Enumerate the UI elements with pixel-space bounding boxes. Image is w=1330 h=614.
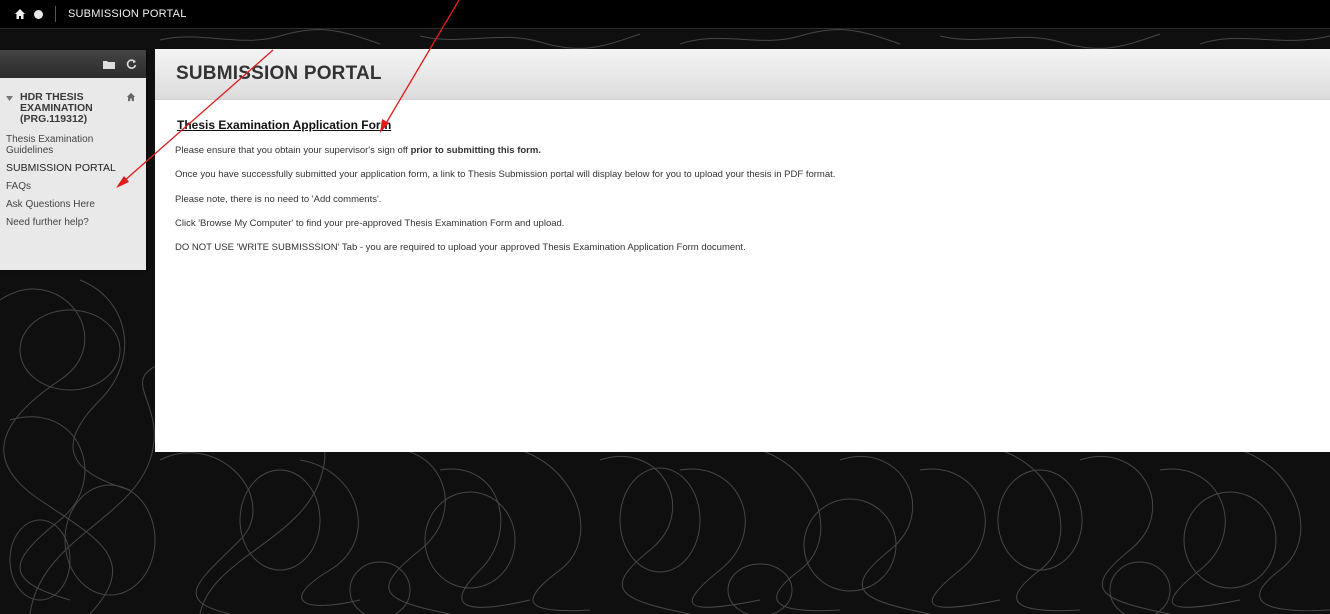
folder-icon[interactable] <box>102 57 116 71</box>
menu-item-label: Ask Questions Here <box>6 199 95 210</box>
breadcrumb[interactable]: SUBMISSION PORTAL <box>68 8 187 20</box>
triangle-down-icon[interactable] <box>6 94 13 105</box>
instruction-text: Please ensure that you obtain your super… <box>175 145 541 156</box>
course-home-icon[interactable] <box>126 92 136 105</box>
menu-item-label: Thesis Examination <box>6 134 94 145</box>
menu-item-label: Need further help? <box>6 217 89 228</box>
top-bar: SUBMISSION PORTAL <box>0 0 1330 29</box>
menu-item-guidelines[interactable]: Thesis Examination Guidelines <box>0 131 146 160</box>
instruction-text: DO NOT USE 'WRITE SUBMISSSION' Tab - you… <box>175 242 746 253</box>
menu-item-faqs[interactable]: FAQs <box>0 178 146 196</box>
menu-item-further-help[interactable]: Need further help? <box>0 214 146 232</box>
instruction-text: Click 'Browse My Computer' to find your … <box>175 218 565 229</box>
menu-item-ask-questions[interactable]: Ask Questions Here <box>0 196 146 214</box>
instruction-text: Once you have successfully submitted you… <box>175 169 836 180</box>
refresh-icon[interactable] <box>124 57 138 71</box>
content-panel: SUBMISSION PORTAL Thesis Examination App… <box>155 49 1330 452</box>
menu-item-label: Guidelines <box>6 145 54 156</box>
course-menu: HDR THESIS EXAMINATION (PRG.119312) Thes… <box>0 50 146 270</box>
instruction-text: Please note, there is no need to 'Add co… <box>175 194 382 205</box>
menu-item-label: FAQs <box>6 181 32 192</box>
menu-item-label: SUBMISSION PORTAL <box>6 162 116 174</box>
course-menu-toolbar <box>0 50 146 78</box>
divider <box>55 6 56 22</box>
course-title-line: (PRG.119312) <box>20 113 88 125</box>
course-title[interactable]: HDR THESIS EXAMINATION (PRG.119312) <box>0 78 136 131</box>
page-title: SUBMISSION PORTAL <box>176 63 382 84</box>
page-header: SUBMISSION PORTAL <box>155 49 1330 100</box>
menu-item-submission-portal[interactable]: SUBMISSION PORTAL <box>0 160 146 178</box>
status-circle-icon[interactable] <box>34 9 43 19</box>
instruction-text-normal: Please ensure that you obtain your super… <box>175 145 411 156</box>
item-title-link[interactable]: Thesis Examination Application Form <box>177 118 391 132</box>
instruction-text-bold: prior to submitting this form. <box>410 145 541 156</box>
home-icon[interactable] <box>12 6 28 22</box>
